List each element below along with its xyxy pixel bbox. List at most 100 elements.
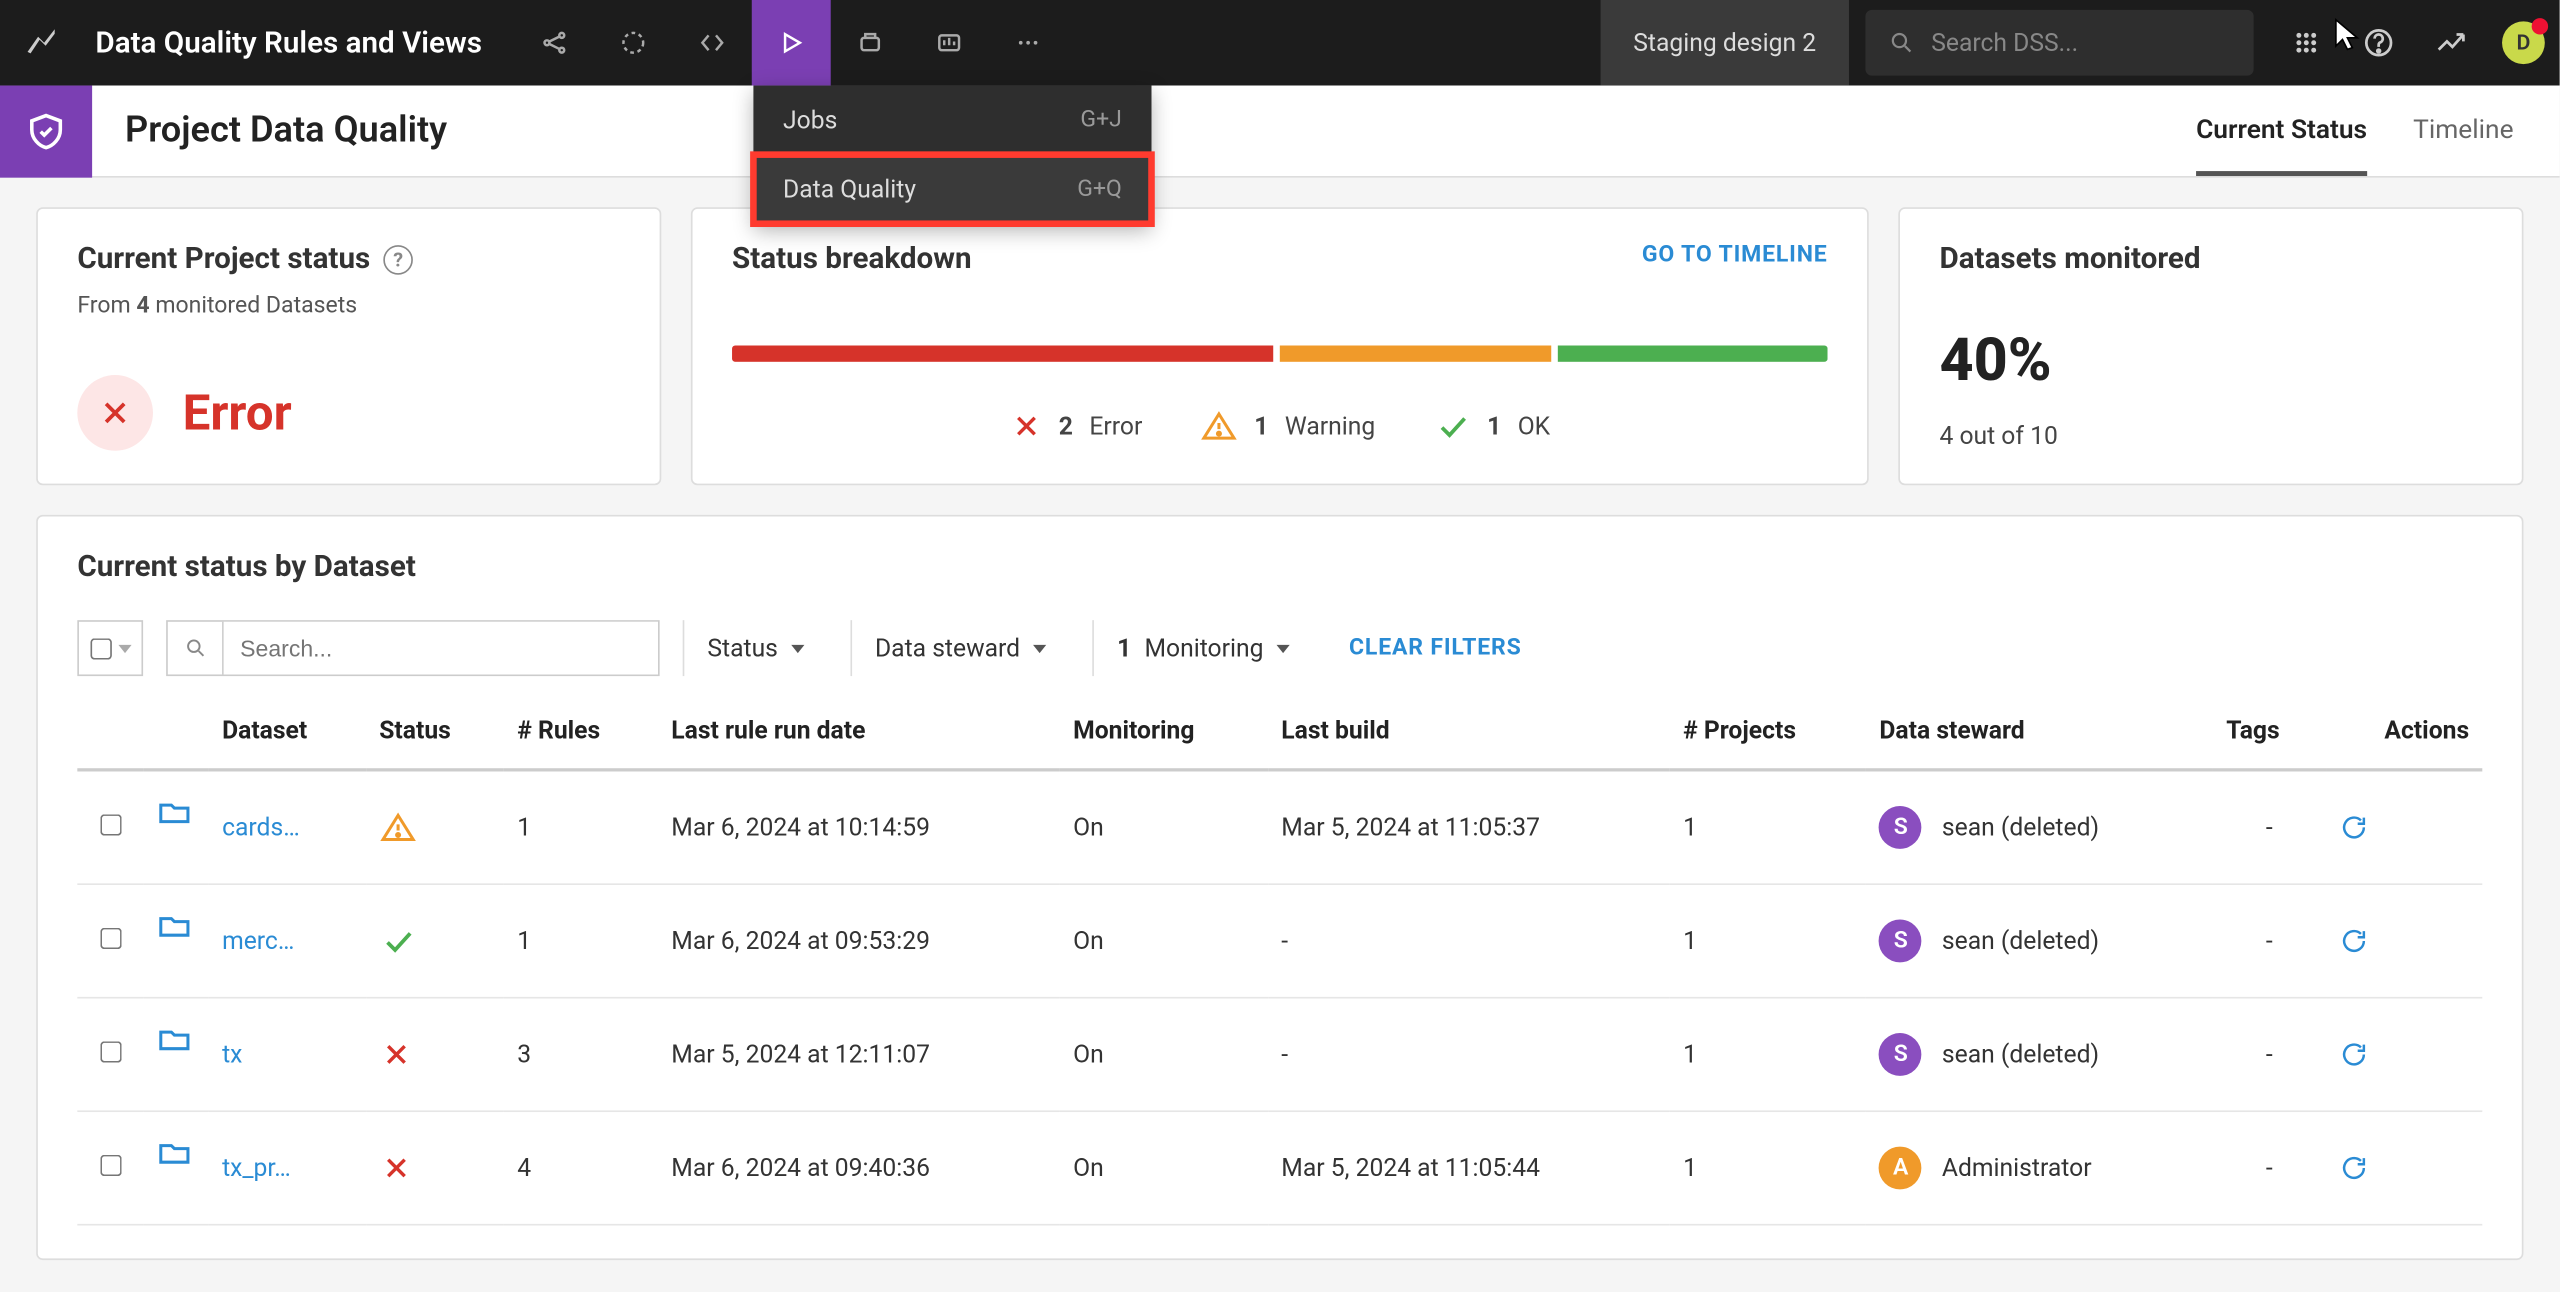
rules-count: 4 [504, 1111, 658, 1225]
col-monitoring[interactable]: Monitoring [1060, 693, 1268, 770]
dropdown-item-jobs[interactable]: Jobs G+J [753, 86, 1151, 155]
col-actions[interactable]: Actions [2326, 693, 2483, 770]
folder-icon [156, 1022, 195, 1058]
projects-count: 1 [1670, 998, 1866, 1112]
select-all-checkbox[interactable] [90, 637, 111, 658]
filter-label: Data steward [875, 633, 1020, 663]
project-status-label: Error [183, 384, 292, 442]
st-prefix: From [77, 293, 136, 319]
status-bar-strip [732, 345, 1828, 361]
col-dataset[interactable]: Dataset [209, 693, 366, 770]
dataset-link[interactable]: tx [222, 1040, 242, 1070]
refresh-button[interactable] [2339, 1153, 2469, 1183]
table-row: cards…1Mar 6, 2024 at 10:14:59OnMar 5, 2… [77, 770, 2482, 884]
help-icon[interactable]: ? [383, 244, 413, 274]
project-title[interactable]: Data Quality Rules and Views [82, 25, 495, 60]
col-lastrun[interactable]: Last rule run date [658, 693, 1060, 770]
subheader: Project Data Quality Current Status Time… [0, 86, 2560, 178]
apps-icon[interactable] [2270, 0, 2342, 86]
subheader-tabs: Current Status Timeline [2196, 86, 2560, 175]
tags-cell: - [2213, 884, 2325, 998]
activity-icon[interactable] [2415, 0, 2487, 86]
user-avatar[interactable]: D [2487, 0, 2559, 86]
share-icon[interactable] [515, 0, 594, 86]
dataset-link[interactable]: cards… [222, 813, 300, 843]
chevron-down-icon [1277, 644, 1290, 652]
col-projects[interactable]: # Projects [1670, 693, 1866, 770]
tab-current-status[interactable]: Current Status [2196, 86, 2367, 175]
card-status-by-dataset: Current status by Dataset Status Data st… [36, 515, 2523, 1260]
topbar-right-icons: D [2270, 0, 2560, 86]
legend-ok: 1 OK [1434, 408, 1550, 444]
tags-cell: - [2213, 770, 2325, 884]
monitoring-state: On [1060, 770, 1268, 884]
row-checkbox[interactable] [100, 814, 121, 835]
page-title: Project Data Quality [92, 110, 447, 151]
col-tags[interactable]: Tags [2213, 693, 2325, 770]
steward-cell: Ssean (deleted) [1879, 1033, 2200, 1076]
status-icon [366, 770, 504, 884]
legend-label: Warning [1285, 411, 1375, 441]
library-icon[interactable] [831, 0, 910, 86]
projects-count: 1 [1670, 1111, 1866, 1225]
clear-filters-link[interactable]: CLEAR FILTERS [1349, 635, 1522, 661]
refresh-button[interactable] [2339, 926, 2469, 956]
dataset-link[interactable]: tx_pr… [222, 1153, 291, 1183]
legend-label: Error [1089, 411, 1142, 441]
steward-avatar: S [1879, 1033, 1922, 1076]
folder-icon [156, 1135, 195, 1171]
dataset-link[interactable]: merc… [222, 926, 294, 956]
monitoring-state: On [1060, 998, 1268, 1112]
status-bar-segment [732, 345, 1273, 361]
refresh-button[interactable] [2339, 1040, 2469, 1070]
steward-name: sean (deleted) [1942, 926, 2099, 956]
select-all-dropdown[interactable] [77, 620, 143, 676]
rules-count: 1 [504, 884, 658, 998]
staging-tab[interactable]: Staging design 2 [1600, 0, 1849, 86]
tab-timeline[interactable]: Timeline [2413, 86, 2513, 175]
dropdown-item-data-quality[interactable]: Data Quality G+Q [753, 155, 1151, 224]
last-build: - [1268, 884, 1670, 998]
chevron-down-icon [1033, 644, 1046, 652]
more-icon[interactable] [989, 0, 1068, 86]
content: Current Project status ? From 4 monitore… [0, 178, 2560, 1290]
search-icon[interactable] [168, 622, 224, 675]
steward-cell: Ssean (deleted) [1879, 920, 2200, 963]
filter-label: Monitoring [1144, 633, 1263, 663]
monitored-percent: 40% [1939, 326, 2482, 395]
filter-label: Status [707, 633, 778, 663]
summary-cards-row: Current Project status ? From 4 monitore… [36, 207, 2523, 485]
search-input[interactable] [224, 622, 658, 675]
legend-count: 2 [1059, 411, 1073, 441]
row-checkbox[interactable] [100, 928, 121, 949]
filter-data-steward[interactable]: Data steward [850, 620, 1069, 676]
dropdown-label: Data Quality [783, 174, 916, 204]
steward-avatar: A [1879, 1147, 1922, 1190]
col-lastbuild[interactable]: Last build [1268, 693, 1670, 770]
filter-monitoring[interactable]: 1 Monitoring [1092, 620, 1312, 676]
st-count: 4 [136, 293, 149, 319]
global-search[interactable]: Search DSS... [1865, 10, 2253, 76]
cursor-icon [2333, 16, 2363, 52]
col-rules[interactable]: # Rules [504, 693, 658, 770]
table-row: tx3Mar 5, 2024 at 12:11:07On-1Ssean (del… [77, 998, 2482, 1112]
legend-label: OK [1518, 411, 1550, 441]
row-checkbox[interactable] [100, 1041, 121, 1062]
dashboard-icon[interactable] [910, 0, 989, 86]
go-to-timeline-link[interactable]: GO TO TIMELINE [1642, 242, 1828, 268]
monitoring-state: On [1060, 1111, 1268, 1225]
row-checkbox[interactable] [100, 1155, 121, 1176]
refresh-button[interactable] [2339, 813, 2469, 843]
error-icon [77, 375, 153, 451]
code-icon[interactable] [673, 0, 752, 86]
col-status[interactable]: Status [366, 693, 504, 770]
tags-cell: - [2213, 1111, 2325, 1225]
filter-status[interactable]: Status [683, 620, 828, 676]
dropdown-shortcut: G+J [1080, 107, 1121, 133]
col-steward[interactable]: Data steward [1866, 693, 2213, 770]
app-logo[interactable] [0, 0, 82, 86]
flow-icon[interactable] [594, 0, 673, 86]
status-icon [366, 884, 504, 998]
run-icon[interactable] [752, 0, 831, 86]
table-header-row: Dataset Status # Rules Last rule run dat… [77, 693, 2482, 770]
